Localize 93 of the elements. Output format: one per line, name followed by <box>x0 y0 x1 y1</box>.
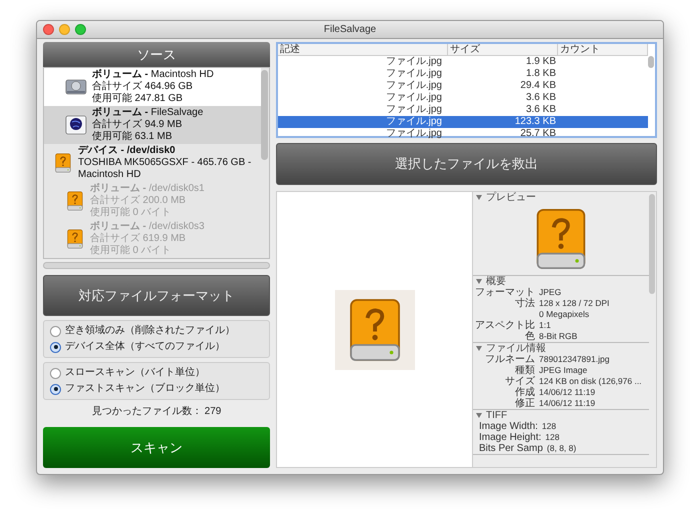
rescue-button[interactable]: 選択したファイルを救出 <box>276 143 657 185</box>
source-item[interactable]: ボリューム - Macintosh HD 合計サイズ 464.96 GB 使用可能 247.81 GB <box>44 68 261 106</box>
table-cell-text: ファイル.jpg <box>384 116 443 128</box>
table-cell-text: 29.4 KB <box>519 80 557 92</box>
table-row[interactable]: ファイル.jpg 25.7 KB <box>278 128 648 140</box>
field-label: フォーマット <box>474 287 535 298</box>
table-cell-text: 25.7 KB <box>519 128 557 140</box>
field-value: JPEG Image <box>539 365 588 376</box>
field-label: 修正 <box>514 398 535 409</box>
found-count: 見つかったファイル数： 279 <box>90 405 222 420</box>
expanded-triangle-icon[interactable] <box>476 346 482 351</box>
table-cell-text: 1.9 KB <box>524 56 557 68</box>
scan-button[interactable]: スキャン <box>43 427 270 468</box>
zoom-button[interactable] <box>75 24 86 35</box>
section-header[interactable]: ファイル情報 <box>473 343 649 354</box>
table-cell-text: 3.6 KB <box>524 104 557 116</box>
field-value: 8-Bit RGB <box>539 331 578 342</box>
source-item[interactable]: デバイス - /dev/disk0 TOSHIBA MK5065GSXF - 465.76 GB - Macintosh HD <box>44 144 261 182</box>
field-value: 128 x 128 / 72 DPI <box>539 298 610 309</box>
field-value: 14/06/12 11:19 <box>539 398 596 409</box>
table-row[interactable]: ファイル.jpg 3.6 KB <box>278 92 648 104</box>
field-value: 128 <box>545 432 560 443</box>
source-name: ボリューム - Macintosh HD <box>92 69 214 80</box>
source-detail: 使用可能 0 バイト <box>90 207 172 220</box>
table-row[interactable]: ファイル.jpg 1.8 KB <box>278 68 648 80</box>
field-label: アスペクト比 <box>474 320 535 331</box>
radio-option[interactable]: ファストスキャン（ブロック単位） <box>50 381 263 398</box>
radio-button[interactable] <box>50 342 61 353</box>
field-label: 寸法 <box>514 298 535 309</box>
source-detail: 使用可能 247.81 GB <box>92 93 184 106</box>
table-cell-text: ファイル.jpg <box>384 56 443 68</box>
column-header[interactable]: 記述 <box>278 44 448 55</box>
source-item[interactable]: ボリューム - FileSalvage 合計サイズ 94.9 MB 使用可能 63.1 MB <box>44 106 261 144</box>
expanded-triangle-icon[interactable] <box>476 413 482 418</box>
table-row[interactable]: ファイル.jpg 29.4 KB <box>278 80 648 92</box>
field-value: 1:1 <box>539 320 551 331</box>
field-label: Image Height: <box>478 432 542 443</box>
source-name: ボリューム - /dev/disk0s3 <box>90 221 204 232</box>
close-button[interactable] <box>43 24 54 35</box>
table-cell-text: ファイル.jpg <box>384 68 443 80</box>
radio-option[interactable]: スロースキャン（バイト単位） <box>50 365 263 382</box>
table-cell-text: ファイル.jpg <box>384 128 443 140</box>
column-header[interactable]: カウント <box>558 44 648 55</box>
table-cell-text: 3.6 KB <box>524 92 557 104</box>
radio-option[interactable]: 空き領域のみ（削除されたファイル） <box>50 323 263 340</box>
formats-button[interactable]: 対応ファイルフォーマット <box>43 275 270 316</box>
table-row[interactable]: ファイル.jpg 123.3 KB <box>278 116 648 128</box>
source-name: ボリューム - /dev/disk0s1 <box>90 183 204 194</box>
field-label: サイズ <box>504 376 535 387</box>
field-label: 種類 <box>514 365 535 376</box>
field-label: フルネーム <box>484 354 535 365</box>
column-header[interactable]: サイズ <box>448 44 558 55</box>
expanded-triangle-icon[interactable] <box>476 279 482 284</box>
radio-option[interactable]: デバイス全体（すべてのファイル） <box>50 339 263 356</box>
table-cell-text: ファイル.jpg <box>384 80 443 92</box>
source-detail: 合計サイズ 619.9 MB <box>90 233 187 244</box>
source-detail: 合計サイズ 464.96 GB <box>92 81 194 92</box>
field-value: 14/06/12 11:19 <box>539 387 596 398</box>
section-header[interactable]: TIFF <box>473 410 649 421</box>
field-label: Bits Per Samp <box>478 443 543 454</box>
minimize-button[interactable] <box>59 24 70 35</box>
table-cell-text: 123.3 KB <box>514 116 557 128</box>
section-header[interactable]: プレビュー <box>473 192 649 203</box>
field-value: 0 Megapixels <box>539 309 590 320</box>
field-value: (8, 8, 8) <box>546 443 576 454</box>
radio-button[interactable] <box>50 384 61 395</box>
table-cell-text: ファイル.jpg <box>384 92 443 104</box>
field-label: 作成 <box>514 387 535 398</box>
field-label: 色 <box>524 331 535 342</box>
source-name: デバイス - /dev/disk0 <box>78 145 176 158</box>
source-detail: 使用可能 0 バイト <box>90 245 172 258</box>
expanded-triangle-icon[interactable] <box>476 195 482 200</box>
source-header: ソース <box>43 42 270 68</box>
section-header[interactable]: 概要 <box>473 276 649 287</box>
table-cell-text: ファイル.jpg <box>384 104 443 116</box>
field-value: 128 <box>542 421 556 432</box>
horizontal-scrollbar[interactable] <box>43 262 270 270</box>
table-cell-text: 1.8 KB <box>524 68 557 80</box>
table-row[interactable]: ファイル.jpg 3.6 KB <box>278 104 648 116</box>
disk-globe-icon <box>64 113 88 138</box>
source-detail: 合計サイズ 200.0 MB <box>90 195 187 206</box>
field-value: 124 KB on disk (126,976 ... <box>539 376 642 387</box>
source-detail: 使用可能 63.1 MB <box>92 131 174 144</box>
field-value: 789012347891.jpg <box>539 354 610 365</box>
source-detail: 合計サイズ 94.9 MB <box>92 119 184 130</box>
source-detail: TOSHIBA MK5065GSXF - 465.76 GB - Macintosh HD <box>78 157 252 182</box>
radio-button[interactable] <box>50 326 61 337</box>
field-value: JPEG <box>539 287 562 298</box>
radio-button[interactable] <box>50 368 61 379</box>
field-label: Image Width: <box>478 421 538 432</box>
source-name: ボリューム - FileSalvage <box>92 107 204 118</box>
window-title: FileSalvage <box>324 23 376 37</box>
table-row[interactable]: ファイル.jpg 1.9 KB <box>278 56 648 68</box>
